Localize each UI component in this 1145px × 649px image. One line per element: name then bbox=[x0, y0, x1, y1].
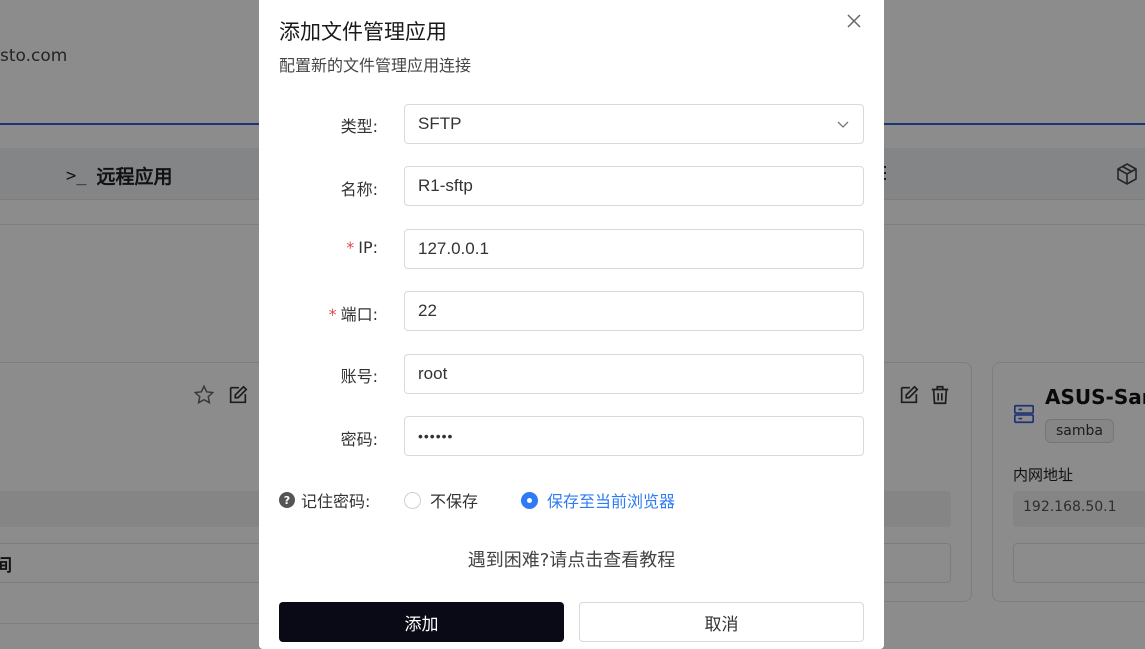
name-label: 名称: bbox=[340, 180, 378, 199]
tutorial-link[interactable]: 遇到困难?请点击查看教程 bbox=[259, 546, 884, 572]
port-label: * 端口: bbox=[328, 305, 378, 324]
add-button[interactable]: 添加 bbox=[279, 602, 564, 642]
radio-circle bbox=[404, 491, 421, 509]
required-mark: * bbox=[346, 238, 355, 257]
radio-save-to-browser[interactable]: 保存至当前浏览器 bbox=[521, 488, 675, 512]
radio-dont-save[interactable]: 不保存 bbox=[404, 488, 478, 512]
account-input[interactable] bbox=[404, 354, 864, 394]
close-button[interactable] bbox=[843, 10, 865, 32]
add-file-app-dialog: 添加文件管理应用 配置新的文件管理应用连接 类型: SFTP 名称: *IP: … bbox=[259, 0, 884, 649]
port-input[interactable] bbox=[404, 291, 864, 331]
cancel-button[interactable]: 取消 bbox=[579, 602, 864, 642]
required-mark: * bbox=[328, 305, 337, 324]
password-label: 密码: bbox=[340, 430, 378, 449]
radio-label: 保存至当前浏览器 bbox=[547, 492, 676, 511]
radio-circle bbox=[521, 491, 538, 509]
password-input[interactable] bbox=[404, 416, 864, 456]
type-label: 类型: bbox=[340, 117, 378, 136]
help-icon[interactable]: ? bbox=[279, 492, 295, 508]
dialog-subtitle: 配置新的文件管理应用连接 bbox=[279, 56, 472, 75]
name-input[interactable] bbox=[404, 166, 864, 206]
type-select-value: SFTP bbox=[418, 114, 462, 133]
dialog-title: 添加文件管理应用 bbox=[279, 20, 447, 44]
remember-password-label: ? 记住密码: bbox=[279, 488, 370, 512]
ip-input[interactable] bbox=[404, 229, 864, 269]
chevron-down-icon bbox=[837, 121, 849, 128]
ip-label: * IP: bbox=[346, 238, 378, 257]
account-label: 账号: bbox=[340, 367, 378, 386]
close-icon bbox=[847, 14, 861, 28]
type-select[interactable]: SFTP bbox=[404, 104, 864, 144]
radio-label: 不保存 bbox=[430, 492, 479, 511]
